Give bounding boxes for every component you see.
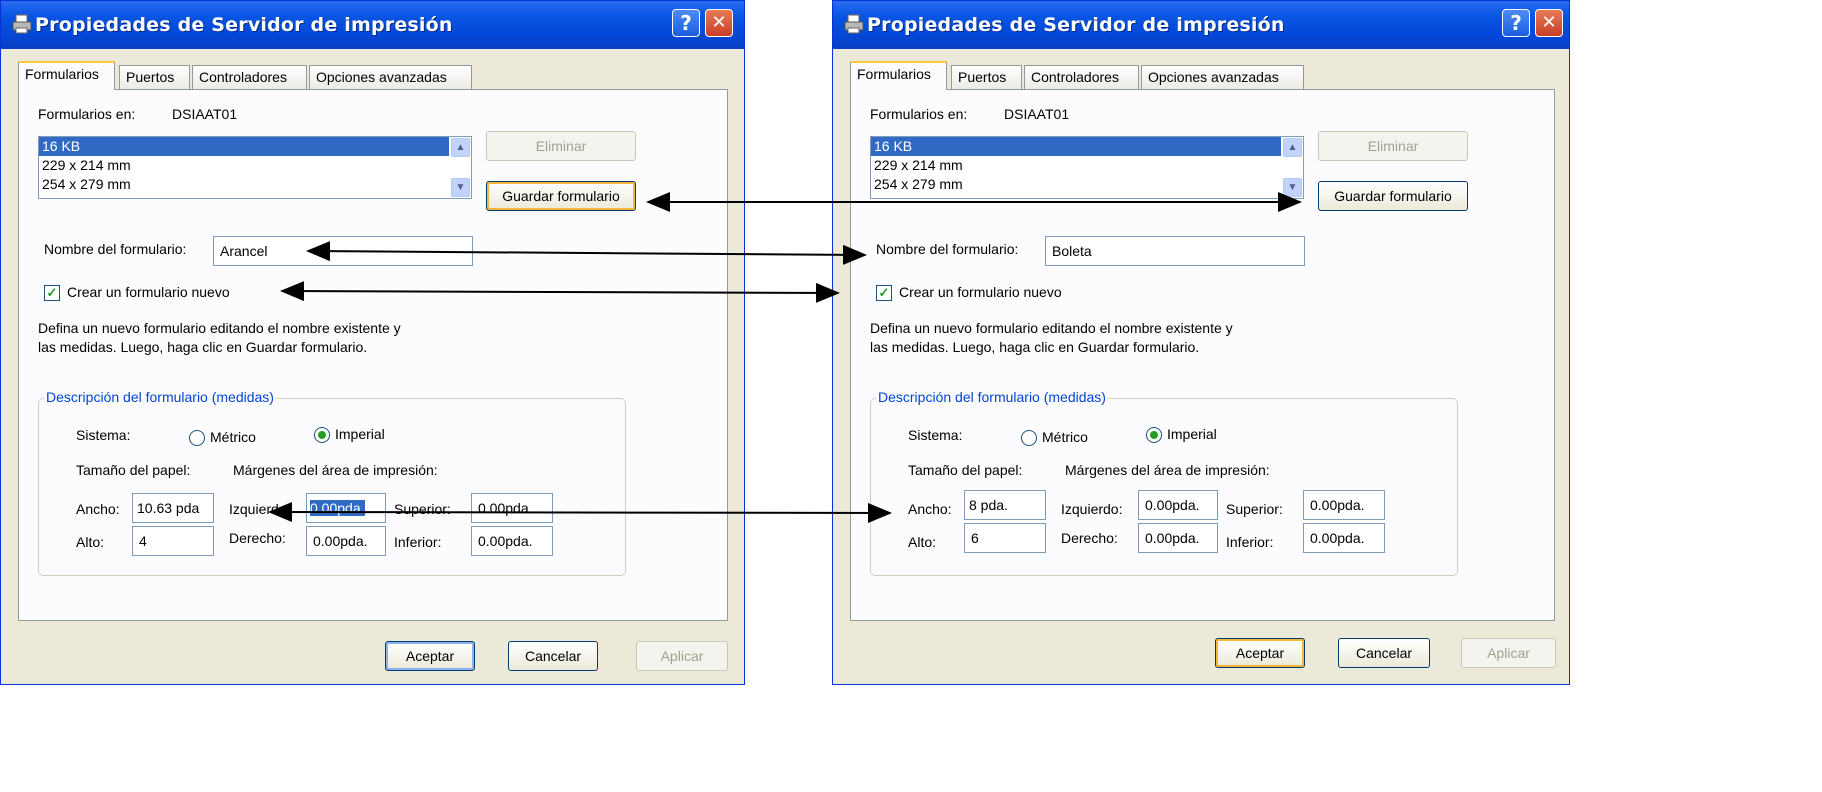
tab-formularios[interactable]: Formularios xyxy=(850,61,947,90)
arrow-paper-size xyxy=(268,502,892,523)
arrow-create-new xyxy=(280,281,840,303)
arrow-form-name xyxy=(306,241,867,265)
annotation-arrows xyxy=(268,192,1302,523)
tab-formularios[interactable]: Formularios xyxy=(18,61,115,90)
